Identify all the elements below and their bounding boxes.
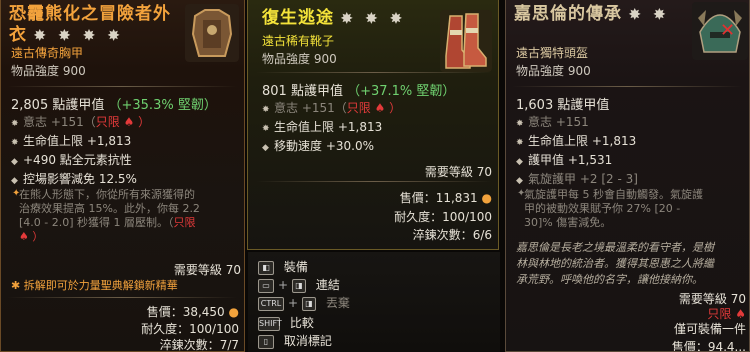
unmark-action[interactable]: ▯ 取消標記 xyxy=(258,332,332,349)
boots-icon xyxy=(440,10,492,72)
quality-stars: ✸ ✸ ✸ ✸ xyxy=(33,28,124,44)
affix-bullet-icon: ✸ xyxy=(11,119,19,129)
divider xyxy=(256,181,492,182)
shift-key-icon: SHIFT xyxy=(258,316,282,331)
affix-bullet-icon: ✸ xyxy=(516,119,524,129)
stat-max-life: ✸ 生命值上限 +1,813 xyxy=(516,134,637,148)
cannot-equip-x-icon: ✕ xyxy=(720,20,736,41)
item-power: 物品強度 900 xyxy=(516,64,591,78)
item-action-menu: ◧ 裝備 ▭ + ◨ 連結 CTRL + ◨ 丟棄 SHIFT 比較 ▯ 取消標記 xyxy=(248,252,500,352)
gold-coin-icon: ● xyxy=(477,191,492,205)
stat-willpower: ✸ 意志 +151 xyxy=(516,115,589,129)
affix-bullet-icon: ✸ xyxy=(516,138,524,148)
required-level: 需要等級 70 xyxy=(173,263,241,277)
stat-willpower: ✸ 意志 +151（只限 ♠ ） xyxy=(11,115,151,129)
item-rarity: 遠古獨特頭盔 xyxy=(516,46,589,60)
durability: 耐久度：100/100 xyxy=(141,322,239,336)
compare-action[interactable]: SHIFT 比較 xyxy=(258,314,314,331)
item-title: 復生逃途 ✸ ✸ ✸ xyxy=(262,8,406,28)
mouse-right-icon: ◧ xyxy=(258,260,274,275)
stat-move-speed: ◆ 移動速度 +30.0% xyxy=(262,139,374,153)
armor-line: 2,805 點護甲值 （+35.3% 堅韌） xyxy=(11,98,217,113)
stat-armor: ◆ 護甲值 +1,531 xyxy=(516,153,613,167)
salvage-hint: ✱ 拆解即可於力量聖典解鎖新精華 xyxy=(11,279,178,292)
item-title: 恐龗熊化之冒險者外 衣 ✸ ✸ ✸ ✸ xyxy=(9,4,171,45)
equip-limit: 僅可裝備一件 xyxy=(673,322,746,336)
stat-willpower: ✸ 意志 +151（只限 ♠ ） xyxy=(262,101,402,115)
link-action[interactable]: ▭ + ◨ 連結 xyxy=(258,276,340,293)
tooltip-legendary-chest: 恐龗熊化之冒險者外 衣 ✸ ✸ ✸ ✸ 遠古傳奇胸甲 物品強度 900 2,80… xyxy=(0,0,245,352)
divider xyxy=(256,72,492,73)
salvage-icon: ✱ xyxy=(11,279,24,292)
drop-action[interactable]: CTRL + ◨ 丟棄 xyxy=(258,294,350,311)
required-level: 需要等級 70 xyxy=(424,165,492,179)
quality-stars: ✸ ✸ ✸ xyxy=(340,11,406,27)
armor-line: 801 點護甲值 （+37.1% 堅韌） xyxy=(262,84,456,99)
mark-key-icon: ▯ xyxy=(258,334,274,349)
affix-bullet-icon: ◆ xyxy=(516,176,523,186)
item-title: 嘉思倫的傳承 ✸ ✸ xyxy=(514,4,670,24)
mouse-left-icon: ◨ xyxy=(302,296,317,311)
item-rarity: 遠古稀有靴子 xyxy=(262,34,335,48)
item-rarity: 遠古傳奇胸甲 xyxy=(11,46,84,60)
affix-bullet-icon: ◆ xyxy=(516,157,523,167)
quality-stars: ✸ ✸ xyxy=(628,7,670,23)
stat-cyclone-armor: ◆ 氣旋護甲 +2 [2 - 3] xyxy=(516,172,638,186)
sell-value: 售價：94,4... xyxy=(671,340,746,352)
class-icon: ♠ ） xyxy=(19,230,44,243)
stat-max-life: ✸ 生命值上限 +1,813 xyxy=(262,120,383,134)
tooltip-unique-helm: 嘉思倫的傳承 ✸ ✸ ✕ 遠古獨特頭盔 物品強度 900 1,603 點護甲值 … xyxy=(505,0,750,352)
aspect-text: 在熊人形態下，你從所有來源獲得的 治療效果提高 15%。此外，你每 2.2 [4… xyxy=(19,188,200,243)
divider xyxy=(512,86,742,87)
sell-value: 售價：11,831 ● xyxy=(399,191,492,205)
divider xyxy=(7,86,237,87)
item-power: 物品強度 900 xyxy=(262,52,337,66)
class-icon: ♠ ） xyxy=(119,115,151,129)
class-icon: ♠ ） xyxy=(370,101,402,115)
item-power: 物品強度 900 xyxy=(11,64,86,78)
mouse-left-icon: ◨ xyxy=(292,278,307,293)
equip-action[interactable]: ◧ 裝備 xyxy=(258,258,308,275)
ctrl-key-icon: CTRL xyxy=(258,296,284,311)
sell-value: 售價：38,450 ● xyxy=(146,305,239,319)
affix-bullet-icon: ✸ xyxy=(262,124,270,134)
affix-bullet-icon: ◆ xyxy=(262,143,269,153)
durability: 耐久度：100/100 xyxy=(394,210,492,224)
tooltip-rare-boots: 復生逃途 ✸ ✸ ✸ 遠古稀有靴子 物品強度 900 801 點護甲值 （+37… xyxy=(247,0,499,250)
stat-max-life: ✸ 生命值上限 +1,813 xyxy=(11,134,132,148)
aspect-text: 氣旋護甲每 5 秒會自動觸發。氣旋護 甲的被動效果賦予你 27% [20 - 3… xyxy=(524,188,703,229)
temper-count: 淬鍊次數：6/6 xyxy=(412,228,492,242)
stat-cc-reduction: ◆ 控場影響減免 12.5% xyxy=(11,172,137,186)
affix-bullet-icon: ◆ xyxy=(11,176,18,186)
class-icon: ♠ xyxy=(731,307,746,321)
gold-coin-icon: ● xyxy=(224,305,239,319)
affix-bullet-icon: ✸ xyxy=(262,105,270,115)
stat-resist: ◆ +490 點全元素抗性 xyxy=(11,153,132,167)
temper-count: 淬鍊次數：7/7 xyxy=(159,338,239,352)
affix-bullet-icon: ◆ xyxy=(11,157,18,167)
armor-line: 1,603 點護甲值 xyxy=(516,98,610,113)
enter-key-icon: ▭ xyxy=(258,278,274,293)
chest-armor-icon xyxy=(185,4,239,62)
affix-bullet-icon: ✸ xyxy=(11,138,19,148)
flavor-text: 嘉思倫是長老之境最溫柔的看守者，是樹 林與林地的統治者。獲得其恩惠之人將繼 承荒… xyxy=(516,241,714,286)
divider xyxy=(7,297,237,298)
